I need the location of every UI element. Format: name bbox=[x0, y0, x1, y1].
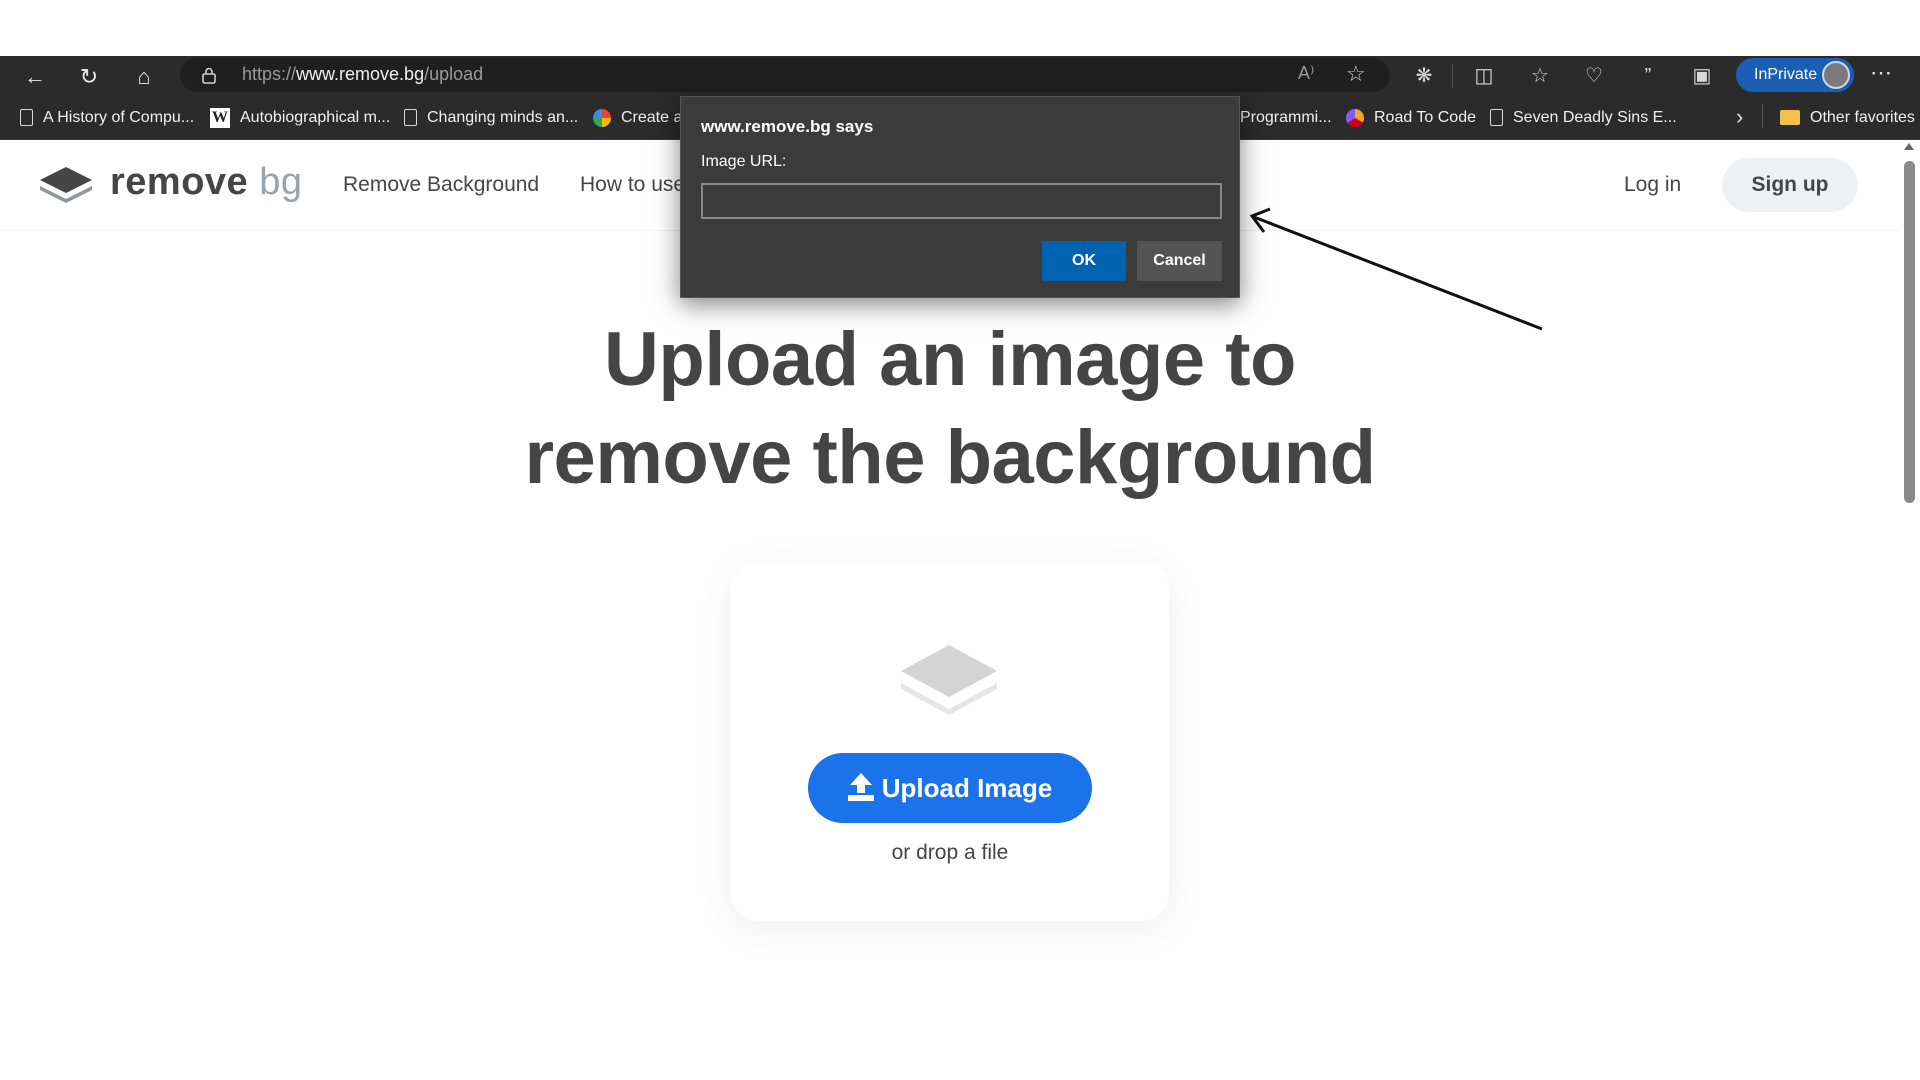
upload-icon bbox=[847, 773, 874, 802]
login-link[interactable]: Log in bbox=[1624, 173, 1681, 197]
home-icon[interactable]: ⌂ bbox=[129, 62, 159, 92]
other-favorites[interactable]: Other favorites bbox=[1780, 107, 1915, 129]
chevron-right-icon[interactable]: › bbox=[1736, 104, 1743, 130]
bookmark-label: Changing minds an... bbox=[427, 109, 579, 126]
bookmark-item[interactable]: Road To Code bbox=[1346, 107, 1476, 129]
quote-icon[interactable]: ” bbox=[1634, 62, 1662, 90]
wikipedia-icon: W bbox=[210, 107, 230, 128]
bookmark-item[interactable]: Seven Deadly Sins E... bbox=[1490, 107, 1677, 129]
more-options-icon[interactable]: ⋯ bbox=[1870, 60, 1892, 86]
bookmarks-divider bbox=[1762, 104, 1763, 128]
read-aloud-icon[interactable]: A⁾ bbox=[1298, 63, 1314, 84]
page-title: Upload an image to remove the background bbox=[0, 311, 1900, 507]
collections-icon[interactable]: ▣ bbox=[1688, 62, 1716, 90]
nav-remove-background[interactable]: Remove Background bbox=[343, 173, 539, 197]
signup-button[interactable]: Sign up bbox=[1722, 158, 1858, 212]
bookmark-label: Road To Code bbox=[1374, 109, 1476, 126]
bookmark-label: Create ar bbox=[621, 109, 688, 126]
scrollbar-thumb[interactable] bbox=[1904, 161, 1915, 503]
bookmark-item[interactable]: A History of Compu... bbox=[20, 107, 194, 129]
extensions-icon[interactable]: ❋ bbox=[1410, 62, 1438, 90]
google-cloud-icon bbox=[593, 108, 611, 127]
logo-main: remove bbox=[110, 161, 249, 203]
bookmark-item[interactable]: Create ar bbox=[593, 107, 688, 129]
document-icon bbox=[1490, 109, 1503, 127]
headline-line-2: remove the background bbox=[524, 415, 1376, 500]
url-path: /upload bbox=[424, 64, 484, 84]
browser-essentials-icon[interactable]: ♡ bbox=[1580, 62, 1608, 90]
refresh-icon[interactable]: ↻ bbox=[74, 62, 104, 92]
url-domain: www.remove.bg bbox=[296, 64, 425, 84]
dialog-label: Image URL: bbox=[701, 153, 787, 170]
logo-suffix: bg bbox=[259, 161, 303, 203]
favorite-star-icon[interactable]: ☆ bbox=[1346, 61, 1366, 87]
bookmark-item[interactable]: Programmi... bbox=[1240, 107, 1332, 129]
headline-line-1: Upload an image to bbox=[604, 317, 1296, 402]
inprivate-button[interactable]: InPrivate bbox=[1736, 58, 1854, 92]
site-logo[interactable]: remove bg bbox=[110, 161, 303, 204]
split-screen-icon[interactable]: ◫ bbox=[1470, 62, 1498, 90]
address-bar[interactable]: https://www.remove.bg/upload A⁾ ☆ bbox=[180, 58, 1390, 92]
layers-icon bbox=[901, 645, 997, 715]
removebg-logo-icon[interactable] bbox=[38, 165, 94, 205]
image-url-input[interactable] bbox=[701, 183, 1222, 219]
url-text: https://www.remove.bg/upload bbox=[242, 64, 483, 85]
drop-file-text: or drop a file bbox=[891, 841, 1009, 864]
bookmark-label: Autobiographical m... bbox=[240, 109, 391, 126]
folder-icon bbox=[1780, 110, 1800, 126]
upload-card: Upload Image or drop a file bbox=[731, 561, 1169, 921]
toolbar-divider bbox=[1452, 64, 1453, 88]
inprivate-label: InPrivate bbox=[1754, 66, 1818, 83]
cancel-button[interactable]: Cancel bbox=[1137, 241, 1222, 281]
document-icon bbox=[404, 109, 417, 127]
bookmark-label: Programmi... bbox=[1240, 109, 1332, 126]
favorites-icon[interactable]: ☆ bbox=[1526, 62, 1554, 90]
bookmark-item[interactable]: Changing minds an... bbox=[404, 107, 578, 129]
dialog-title: www.remove.bg says bbox=[701, 117, 874, 136]
bookmark-label: A History of Compu... bbox=[43, 109, 195, 126]
back-arrow-icon[interactable]: ← bbox=[20, 62, 50, 92]
annotation-arrow-icon bbox=[1249, 207, 1543, 331]
upload-button-label: Upload Image bbox=[881, 773, 1053, 803]
lock-icon bbox=[202, 67, 216, 84]
roadtocode-icon bbox=[1346, 108, 1364, 127]
profile-avatar bbox=[1822, 61, 1850, 89]
scroll-up-icon[interactable] bbox=[1904, 143, 1914, 150]
prompt-dialog: www.remove.bg says Image URL: OK Cancel bbox=[680, 96, 1240, 298]
other-favorites-label: Other favorites bbox=[1810, 109, 1915, 126]
url-prefix: https:// bbox=[242, 64, 297, 84]
bookmark-label: Seven Deadly Sins E... bbox=[1513, 109, 1677, 126]
nav-how-to-use[interactable]: How to use bbox=[580, 173, 685, 197]
page-scrollbar[interactable] bbox=[1900, 141, 1920, 903]
ok-button[interactable]: OK bbox=[1042, 241, 1126, 281]
upload-image-button[interactable]: Upload Image bbox=[808, 753, 1092, 823]
screenshot-stage: ← ↻ ⌂ https://www.remove.bg/upload A⁾ ☆ … bbox=[0, 0, 1920, 1080]
document-icon bbox=[20, 109, 33, 127]
bookmark-item[interactable]: W Autobiographical m... bbox=[210, 107, 390, 129]
